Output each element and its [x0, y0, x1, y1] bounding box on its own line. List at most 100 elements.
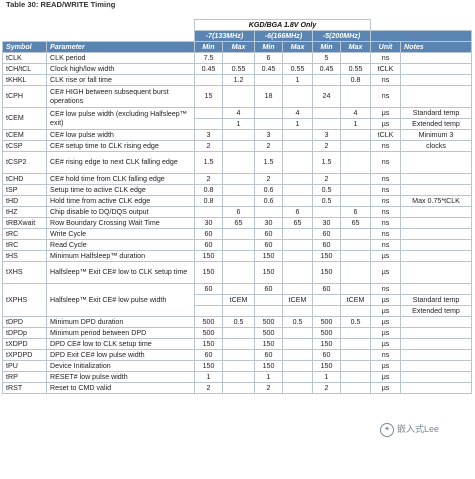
parameter-cell: CLK rise or fall time: [46, 74, 195, 86]
value-cell: [222, 338, 255, 350]
value-cell: 0.8: [339, 74, 372, 86]
value-cell: [222, 327, 255, 339]
value-cell: 60: [254, 239, 283, 251]
table-row: tPU Device Initialization 150 150 150 µs: [2, 360, 473, 372]
parameter-cell: Minimum DPD duration: [46, 316, 195, 328]
table-row: tHZ Chip disable to DQ/DQS output 6 6 6 …: [2, 206, 473, 218]
table-row: tHS Minimum Halfsleep™ duration 150 150 …: [2, 250, 473, 262]
symbol-cell: tXPDPD: [2, 349, 47, 361]
symbol-cell: tCLK: [2, 52, 47, 64]
parameter-cell: DPD CE# low to CLK setup time: [46, 338, 195, 350]
parameter-cell: CE# low pulse width: [46, 129, 195, 141]
value-cell: 30: [312, 217, 341, 229]
value-cell: 150: [254, 250, 283, 262]
value-cell: 500: [254, 316, 283, 328]
symbol-cell: tHS: [2, 250, 47, 262]
value-cell: 5: [312, 52, 341, 64]
value-cell: [339, 85, 372, 108]
unit-cell: ns: [370, 173, 402, 185]
value-cell: [282, 360, 313, 372]
value-cell: [339, 261, 372, 284]
value-cell: [282, 85, 313, 108]
value-cell: [339, 129, 372, 141]
value-cell: [222, 250, 255, 262]
value-cell: 65: [222, 217, 255, 229]
unit-cell: ns: [370, 228, 402, 240]
notes-cell: [400, 382, 473, 394]
max-header: Max: [222, 41, 255, 53]
table-caption: Table 30: READ/WRITE Timing: [6, 0, 116, 9]
value-cell: 6: [339, 206, 372, 218]
notes-cell: [400, 327, 473, 339]
value-cell: 4: [282, 107, 313, 119]
parameter-cell: Read Cycle: [46, 239, 195, 251]
value-cell: [222, 360, 255, 372]
value-cell: 0.55: [339, 63, 372, 75]
value-cell: 18: [254, 85, 283, 108]
value-cell: 65: [339, 217, 372, 229]
symbol-cell: tKHKL: [2, 74, 47, 86]
notes-cell: Extended temp: [400, 305, 473, 317]
parameter-cell: Minimum Halfsleep™ duration: [46, 250, 195, 262]
value-cell: [194, 206, 223, 218]
value-cell: [282, 173, 313, 185]
value-cell: 150: [312, 338, 341, 350]
notes-cell: [400, 217, 473, 229]
unit-cell: µs: [370, 327, 402, 339]
value-cell: 150: [254, 360, 283, 372]
value-cell: [222, 173, 255, 185]
unit-cell: µs: [370, 371, 402, 383]
notes-cell: Minimum 3: [400, 129, 473, 141]
watermark: ✦ 嵌入式Lee: [380, 422, 439, 437]
unit-cell: µs: [370, 338, 402, 350]
value-cell: [339, 52, 372, 64]
value-cell: [222, 195, 255, 207]
value-cell: 500: [312, 316, 341, 328]
unit-cell: ns: [370, 283, 402, 295]
speed-grade-133: -7(133MHz): [194, 30, 255, 42]
parameter-cell: Hold time from active CLK edge: [46, 195, 195, 207]
value-cell: 2: [312, 382, 341, 394]
value-cell: 1: [339, 118, 372, 130]
value-cell: 150: [194, 360, 223, 372]
parameter-cell: Row Boundary Crossing Wait Time: [46, 217, 195, 229]
symbol-cell: tRBXwait: [2, 217, 47, 229]
value-cell: 1.2: [222, 74, 255, 86]
table-row: tCLK CLK period 7.5 6 5 ns: [2, 52, 473, 64]
notes-cell: Max 0.75*tCLK: [400, 195, 473, 207]
value-cell: 1: [194, 371, 223, 383]
parameter-cell: RESET# low pulse width: [46, 371, 195, 383]
unit-cell: tCLK: [370, 63, 402, 75]
speed-grade-200: -5(200MHz): [311, 30, 372, 42]
unit-cell: ns: [370, 217, 402, 229]
value-cell: [282, 261, 313, 284]
value-cell: [339, 239, 372, 251]
notes-cell: [400, 261, 473, 284]
unit-cell: µs: [370, 316, 402, 328]
parameter-cell: CE# hold time from CLK falling edge: [46, 173, 195, 185]
value-cell: [282, 239, 313, 251]
unit-cell: ns: [370, 239, 402, 251]
wechat-logo-icon: ✦: [380, 422, 394, 437]
value-cell: [282, 371, 313, 383]
unit-cell: ns: [370, 151, 402, 174]
value-cell: 60: [312, 349, 341, 361]
unit-cell: µs: [370, 261, 402, 284]
notes-cell: [400, 74, 473, 86]
symbol-cell: tRST: [2, 382, 47, 394]
symbol-cell: tCSP2: [2, 151, 47, 174]
value-cell: [282, 338, 313, 350]
table-row: tCHD CE# hold time from CLK falling edge…: [2, 173, 473, 185]
value-cell: [339, 228, 372, 240]
value-cell: 150: [194, 250, 223, 262]
value-cell: [339, 140, 372, 152]
table-row: tXHS Halfsleep™ Exit CE# low to CLK setu…: [2, 261, 473, 284]
value-cell: 3: [194, 129, 223, 141]
unit-cell: µs: [370, 118, 402, 130]
value-cell: [222, 151, 255, 174]
parameter-cell: CE# setup time to CLK rising edge: [46, 140, 195, 152]
unit-cell: ns: [370, 206, 402, 218]
kgd-header: KGD/BGA 1.8V Only: [193, 19, 372, 31]
symbol-cell: tXPHS: [2, 283, 47, 317]
notes-cell: [400, 360, 473, 372]
